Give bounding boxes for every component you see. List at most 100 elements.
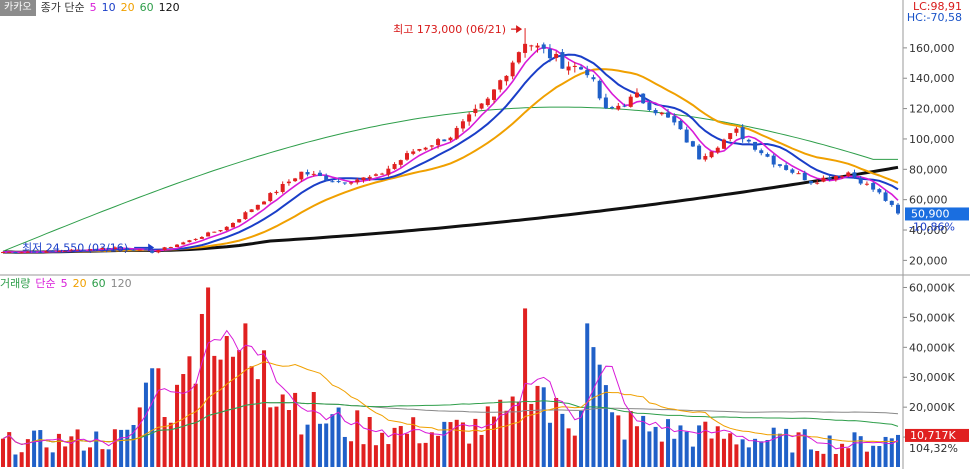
volume-axis-tick-label: 50,000K [909, 311, 955, 324]
high-annotation-arrowhead [516, 25, 523, 34]
volume-bar [367, 417, 372, 467]
volume-bar [181, 374, 186, 467]
candle-body [554, 53, 559, 58]
candle-body [442, 139, 447, 142]
volume-bar [442, 421, 447, 467]
volume-bar [777, 433, 782, 467]
volume-bar [94, 431, 99, 467]
candle-body [268, 193, 273, 202]
ma-period-10: 10 [101, 1, 116, 14]
candle-body [610, 107, 615, 109]
volume-bar [547, 422, 552, 467]
candle-body [672, 116, 677, 123]
candle-body [566, 66, 571, 71]
price-axis-tick-label: 20,000 [909, 254, 948, 267]
candle-body [454, 127, 459, 139]
candle-body [367, 176, 372, 179]
ma-period-60: 60 [139, 1, 154, 14]
candle-body [193, 238, 198, 240]
volume-bar [324, 423, 329, 467]
volume-bar [616, 415, 621, 467]
volume-bar [498, 399, 503, 467]
candle-body [448, 137, 453, 141]
candle-body [697, 145, 702, 160]
candle-body [765, 154, 770, 157]
candle-body [373, 174, 378, 176]
volume-bar [398, 426, 403, 467]
ma-20-line [2, 68, 899, 254]
volume-bar [156, 368, 161, 467]
volume-legend: 거래량 단순 5 20 60 120 [0, 276, 132, 292]
candle-body [622, 105, 627, 107]
volume-bar [81, 450, 86, 467]
candle-body [237, 219, 242, 223]
candle-body [777, 164, 782, 166]
candle-body [175, 244, 180, 248]
candle-body [523, 43, 528, 53]
volume-axis-tick-label: 20,000K [909, 401, 955, 414]
candle-body [871, 183, 876, 190]
candle-body [703, 156, 708, 160]
volume-bar [448, 422, 453, 467]
volume-bar [684, 431, 689, 467]
volume-bar [796, 432, 801, 467]
candle-body [802, 172, 807, 181]
volume-bar [827, 435, 832, 467]
volume-bar [44, 447, 49, 467]
candle-body [896, 204, 900, 214]
volume-bar [187, 356, 192, 467]
volume-bar [230, 356, 235, 467]
ma-10-line [2, 53, 899, 254]
volume-bar [653, 426, 658, 467]
price-axis-tick-label: 140,000 [909, 72, 955, 85]
volume-bar [659, 441, 664, 467]
volume-pane: 60,000K50,000K40,000K30,000K20,000K10,00… [1, 281, 969, 467]
volume-bar [641, 415, 646, 467]
candle-body [684, 129, 689, 143]
volume-bar [485, 406, 490, 467]
volume-bar [404, 433, 409, 467]
volume-bar [678, 425, 683, 467]
candle-body [889, 200, 894, 205]
volume-bar [703, 421, 708, 467]
stock-name-tag[interactable]: 카카오 [0, 0, 36, 16]
volume-bar [753, 438, 758, 467]
volume-bar [50, 452, 55, 467]
volume-bar [709, 438, 714, 467]
price-axis-tick-label: 160,000 [909, 42, 955, 55]
volume-bar [162, 417, 167, 467]
candle-body [846, 172, 851, 177]
candle-body [709, 151, 714, 158]
volume-bar [622, 439, 627, 467]
candle-body [1, 252, 5, 254]
price-legend: 카카오 종가 단순 5 10 20 60 120 [0, 0, 180, 16]
volume-bar [634, 426, 639, 467]
vol-ma-period-5: 5 [60, 277, 68, 290]
volume-bar [249, 366, 254, 467]
volume-bar [417, 443, 422, 467]
candle-body [547, 49, 552, 59]
ma-period-120: 120 [158, 1, 180, 14]
volume-bar [206, 287, 211, 467]
candle-body [628, 96, 633, 107]
volume-bar [721, 438, 726, 467]
volume-bar [815, 450, 820, 467]
vol-ma-period-120: 120 [110, 277, 132, 290]
candle-body [678, 120, 683, 130]
volume-bar [143, 382, 148, 467]
volume-bar [740, 439, 745, 467]
volume-bar [728, 433, 733, 467]
candle-body [790, 169, 795, 173]
candle-body [634, 92, 639, 98]
candle-body [131, 249, 136, 251]
price-pane: 160,000 140,000 120,000 100,000 80,000 60,000… [1, 23, 969, 267]
volume-bar [672, 438, 677, 467]
candle-body [529, 45, 534, 47]
candle-body [759, 150, 764, 154]
candle-body [218, 230, 223, 232]
candle-body [286, 181, 291, 184]
volume-bar [579, 410, 584, 467]
candle-body [597, 80, 602, 99]
volume-bar [864, 451, 869, 467]
candle-body [404, 153, 409, 160]
